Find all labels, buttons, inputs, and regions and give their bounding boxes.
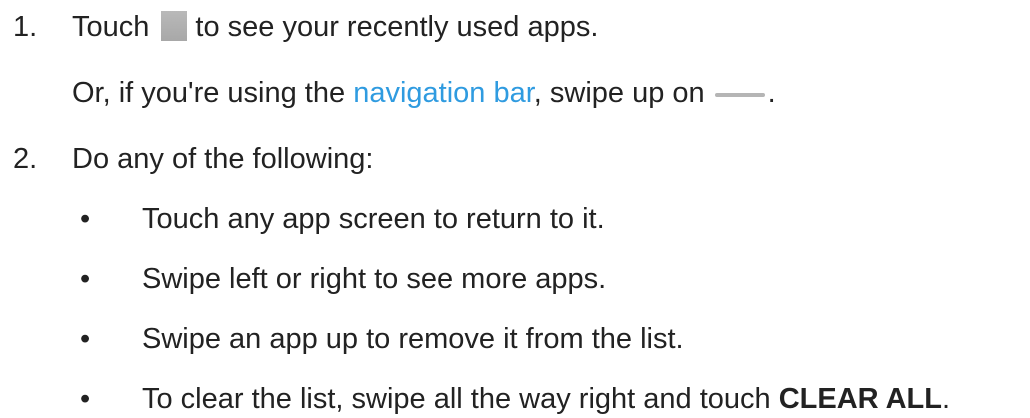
nav-handle-icon <box>714 93 765 97</box>
bullet-text-before-bold: To clear the list, swipe all the way rig… <box>142 383 771 415</box>
step-number: 2. <box>13 143 38 175</box>
step-1-text-before: Touch <box>72 11 150 43</box>
step-1-text-after: to see your recently used apps. <box>195 11 599 43</box>
alt-text-end: . <box>767 77 776 109</box>
step-2-text: Do any of the following: <box>72 143 374 175</box>
alt-text-after: , swipe up on <box>533 77 705 109</box>
bullet-text-end: . <box>941 383 951 415</box>
bullet-marker: • <box>80 383 91 415</box>
bullet-marker: • <box>80 323 91 355</box>
step-1-text: Touch to see your recently used apps. <box>72 10 598 44</box>
bullet-item: Swipe an app up to remove it from the li… <box>142 323 684 355</box>
alt-text-before: Or, if you're using the <box>72 77 346 109</box>
step-1-alt-text: Or, if you're using the navigation bar, … <box>72 76 776 110</box>
clear-all-label: CLEAR ALL <box>778 383 942 415</box>
bullet-item: Swipe left or right to see more apps. <box>142 263 607 295</box>
bullet-marker: • <box>80 203 91 235</box>
bullet-item: Touch any app screen to return to it. <box>142 203 605 235</box>
navigation-bar-link[interactable]: navigation bar <box>353 77 534 109</box>
bullet-item: To clear the list, swipe all the way rig… <box>142 382 950 416</box>
step-number: 1. <box>13 11 38 43</box>
recent-apps-icon <box>161 11 188 41</box>
bullet-marker: • <box>80 263 91 295</box>
